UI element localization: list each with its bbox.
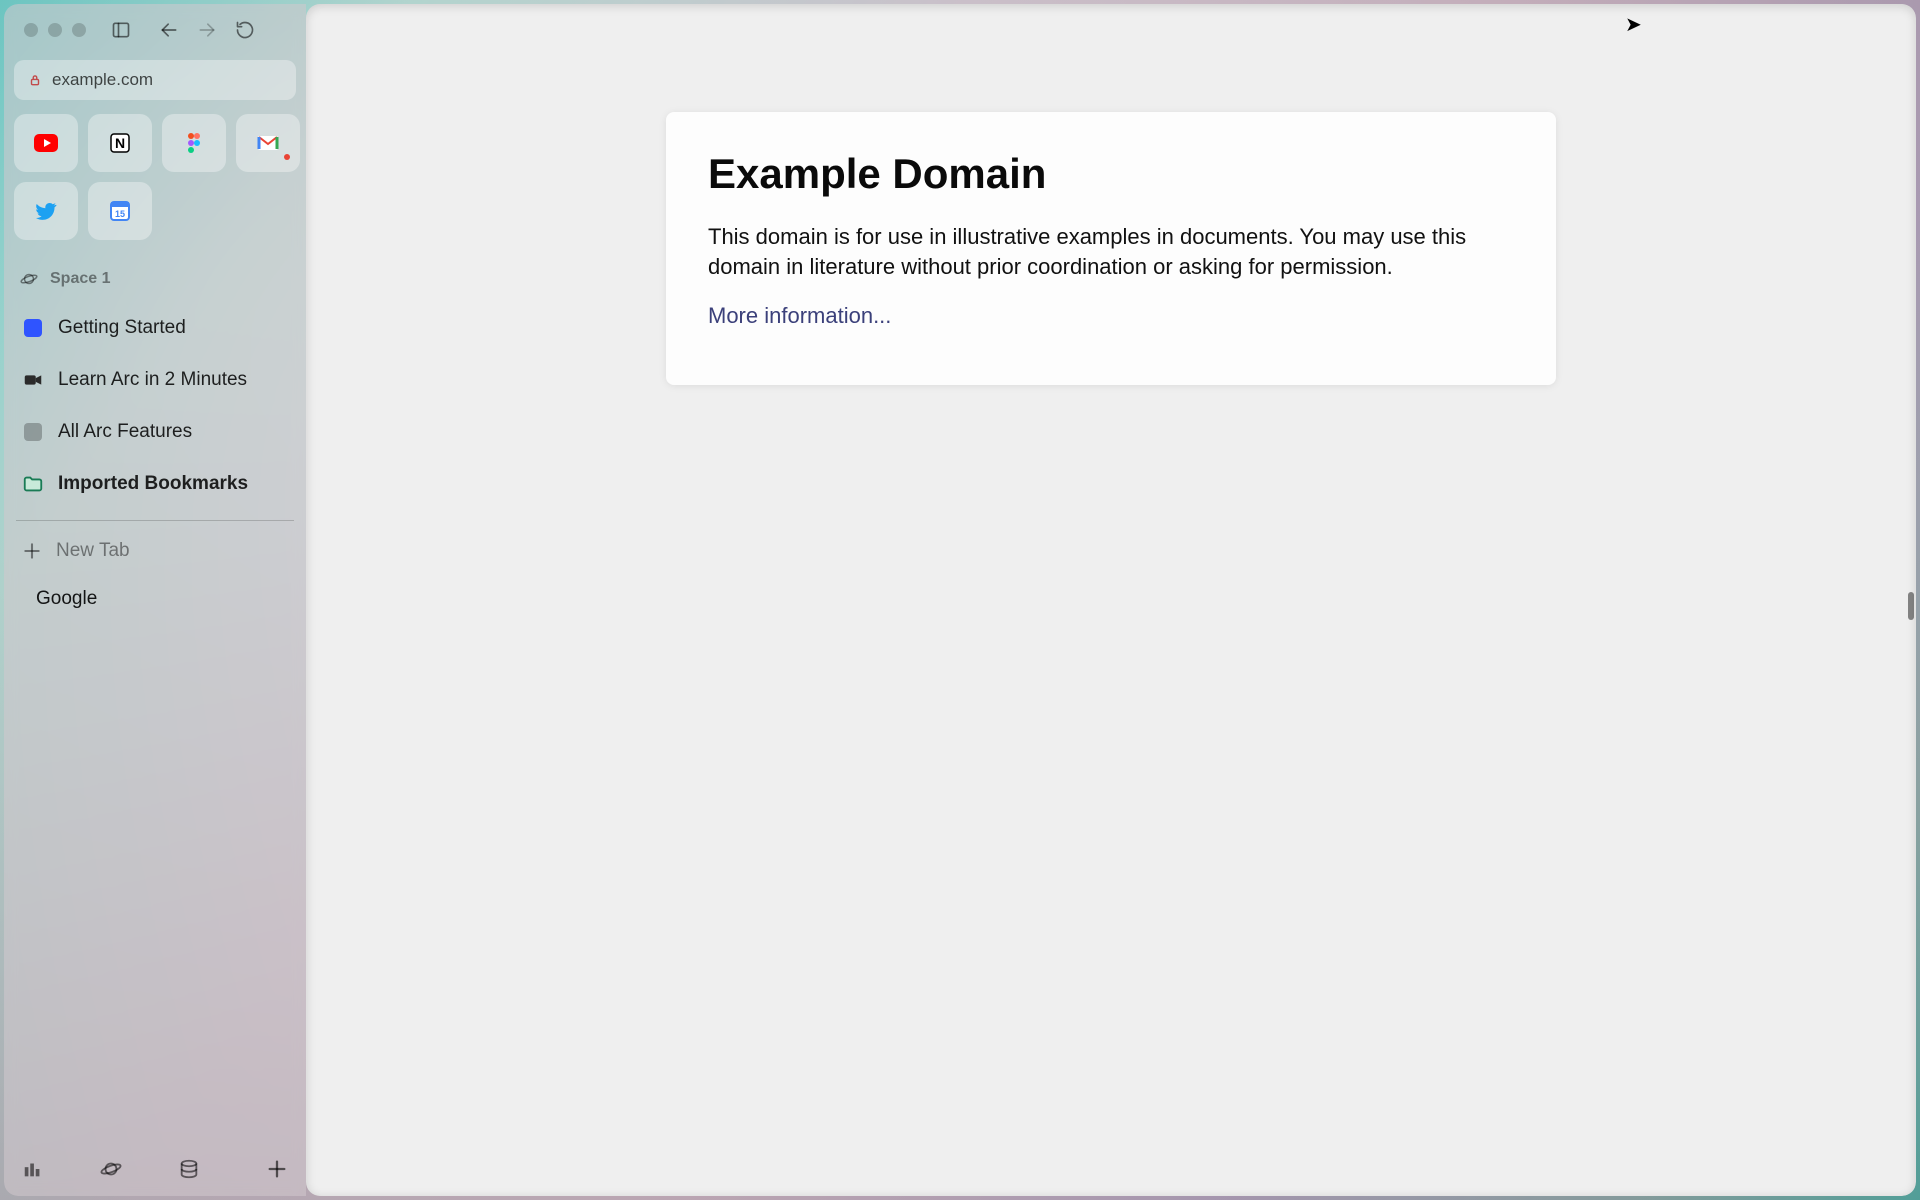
archive-button[interactable] bbox=[178, 1158, 200, 1180]
pinned-google-calendar[interactable]: 15 bbox=[88, 182, 152, 240]
twitter-icon bbox=[34, 199, 58, 223]
window-topbar bbox=[14, 4, 296, 56]
browser-window: example.com N bbox=[4, 4, 1916, 1196]
video-camera-icon bbox=[22, 369, 44, 391]
sidebar-item-label: All Arc Features bbox=[58, 421, 192, 443]
space-selector[interactable]: Space 1 bbox=[14, 264, 296, 294]
lock-icon bbox=[28, 73, 42, 87]
pinned-notion[interactable]: N bbox=[88, 114, 152, 172]
spaces-button[interactable] bbox=[100, 1158, 122, 1180]
square-favicon-icon bbox=[22, 421, 44, 443]
zoom-dot-icon[interactable] bbox=[72, 23, 86, 37]
page-content: Example Domain This domain is for use in… bbox=[306, 4, 1916, 1196]
svg-text:N: N bbox=[115, 135, 125, 151]
reload-icon bbox=[235, 20, 255, 40]
unread-badge-icon bbox=[284, 154, 290, 160]
tab-google[interactable]: Google bbox=[14, 575, 296, 623]
sidebar-item-learn-arc[interactable]: Learn Arc in 2 Minutes bbox=[14, 354, 296, 406]
page-title: Example Domain bbox=[708, 150, 1514, 198]
footer-new-tab-button[interactable] bbox=[266, 1158, 288, 1180]
stack-icon bbox=[178, 1158, 200, 1180]
url-bar[interactable]: example.com bbox=[14, 60, 296, 100]
sidebar-item-label: Learn Arc in 2 Minutes bbox=[58, 369, 247, 391]
scrollbar-thumb[interactable] bbox=[1908, 592, 1914, 620]
reload-button[interactable] bbox=[228, 13, 262, 47]
tab-label: Google bbox=[36, 588, 97, 610]
pinned-gmail[interactable] bbox=[236, 114, 300, 172]
new-tab-label: New Tab bbox=[56, 540, 130, 562]
sidebar-toggle-icon bbox=[111, 20, 131, 40]
pinned-apps-grid: N 15 bbox=[14, 114, 296, 240]
gmail-icon bbox=[256, 131, 280, 155]
more-information-link[interactable]: More information... bbox=[708, 303, 891, 328]
space-label: Space 1 bbox=[50, 270, 110, 288]
sidebar-divider bbox=[16, 520, 294, 521]
figma-icon bbox=[182, 131, 206, 155]
plus-icon bbox=[266, 1158, 288, 1180]
pinned-twitter[interactable] bbox=[14, 182, 78, 240]
minimize-dot-icon[interactable] bbox=[48, 23, 62, 37]
nav-back-button[interactable] bbox=[152, 13, 186, 47]
arrow-left-icon bbox=[159, 20, 179, 40]
planet-icon bbox=[20, 270, 38, 288]
plus-icon bbox=[22, 541, 42, 561]
close-dot-icon[interactable] bbox=[24, 23, 38, 37]
square-favicon-icon bbox=[22, 317, 44, 339]
sidebar-item-getting-started[interactable]: Getting Started bbox=[14, 302, 296, 354]
sidebar: example.com N bbox=[4, 4, 306, 1196]
sidebar-item-imported-bookmarks[interactable]: Imported Bookmarks bbox=[14, 458, 296, 510]
sidebar-footer bbox=[14, 1150, 296, 1186]
window-traffic-lights[interactable] bbox=[24, 23, 86, 37]
arrow-right-icon bbox=[197, 20, 217, 40]
pinned-figma[interactable] bbox=[162, 114, 226, 172]
planet-icon bbox=[100, 1158, 122, 1180]
notion-icon: N bbox=[108, 131, 132, 155]
library-button[interactable] bbox=[22, 1158, 44, 1180]
content-card: Example Domain This domain is for use in… bbox=[666, 112, 1556, 385]
pinned-youtube[interactable] bbox=[14, 114, 78, 172]
youtube-icon bbox=[34, 131, 58, 155]
sidebar-item-label: Imported Bookmarks bbox=[58, 473, 248, 495]
sidebar-item-label: Getting Started bbox=[58, 317, 186, 339]
library-icon bbox=[22, 1158, 44, 1180]
google-calendar-icon: 15 bbox=[108, 199, 132, 223]
folder-icon bbox=[22, 473, 44, 495]
sidebar-item-all-features[interactable]: All Arc Features bbox=[14, 406, 296, 458]
page-body: This domain is for use in illustrative e… bbox=[708, 222, 1514, 281]
toggle-sidebar-button[interactable] bbox=[104, 13, 138, 47]
new-tab-button[interactable]: New Tab bbox=[14, 527, 296, 575]
url-text: example.com bbox=[52, 70, 153, 90]
svg-text:15: 15 bbox=[115, 209, 125, 219]
nav-forward-button[interactable] bbox=[190, 13, 224, 47]
